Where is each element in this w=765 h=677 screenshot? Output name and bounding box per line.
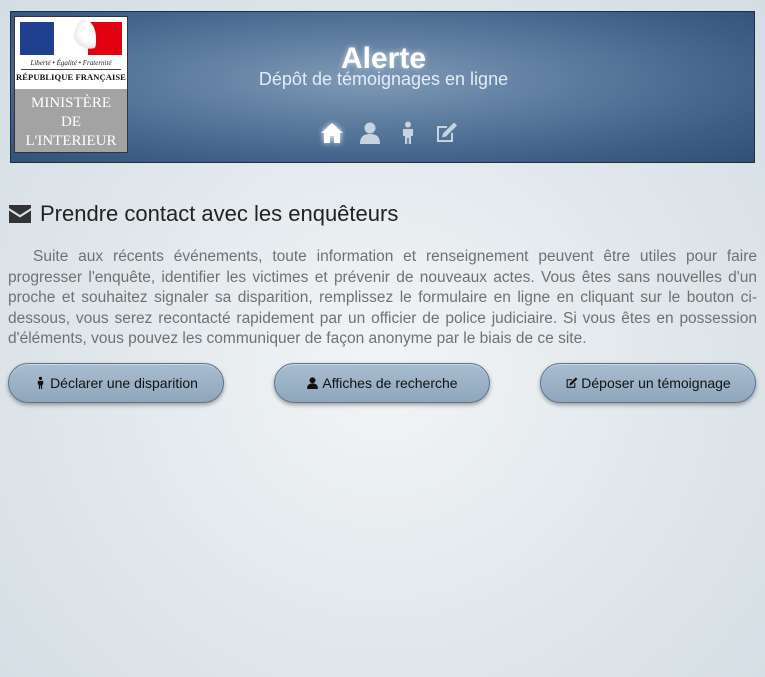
site-header: Liberté • Égalité • Fraternité RÉPUBLIQU… bbox=[10, 11, 755, 163]
section-heading: Prendre contact avec les enquêteurs bbox=[8, 201, 398, 227]
nav-disappearance[interactable] bbox=[395, 120, 421, 146]
intro-paragraph: Suite aux récents événements, toute info… bbox=[8, 248, 757, 347]
edit-icon bbox=[437, 122, 457, 142]
nav-home[interactable] bbox=[319, 120, 345, 146]
home-icon bbox=[321, 123, 343, 143]
search-posters-button[interactable]: Affiches de recherche bbox=[274, 363, 490, 403]
child-icon bbox=[403, 121, 413, 144]
main-nav bbox=[319, 120, 459, 146]
site-subtitle: Dépôt de témoignages en ligne bbox=[258, 69, 509, 89]
envelope-icon bbox=[9, 205, 31, 223]
child-icon bbox=[37, 376, 44, 389]
edit-icon bbox=[566, 377, 578, 388]
ministry-name: MINISTÈRE DE L'INTERIEUR bbox=[15, 89, 127, 152]
user-icon bbox=[360, 122, 380, 144]
submit-testimony-button[interactable]: Déposer un témoignage bbox=[540, 363, 756, 403]
declare-disappearance-button[interactable]: Déclarer une disparition bbox=[8, 363, 224, 403]
user-icon bbox=[307, 377, 319, 389]
nav-search-posters[interactable] bbox=[357, 120, 383, 146]
section-title: Prendre contact avec les enquêteurs bbox=[40, 201, 399, 226]
nav-testimony[interactable] bbox=[433, 120, 459, 146]
